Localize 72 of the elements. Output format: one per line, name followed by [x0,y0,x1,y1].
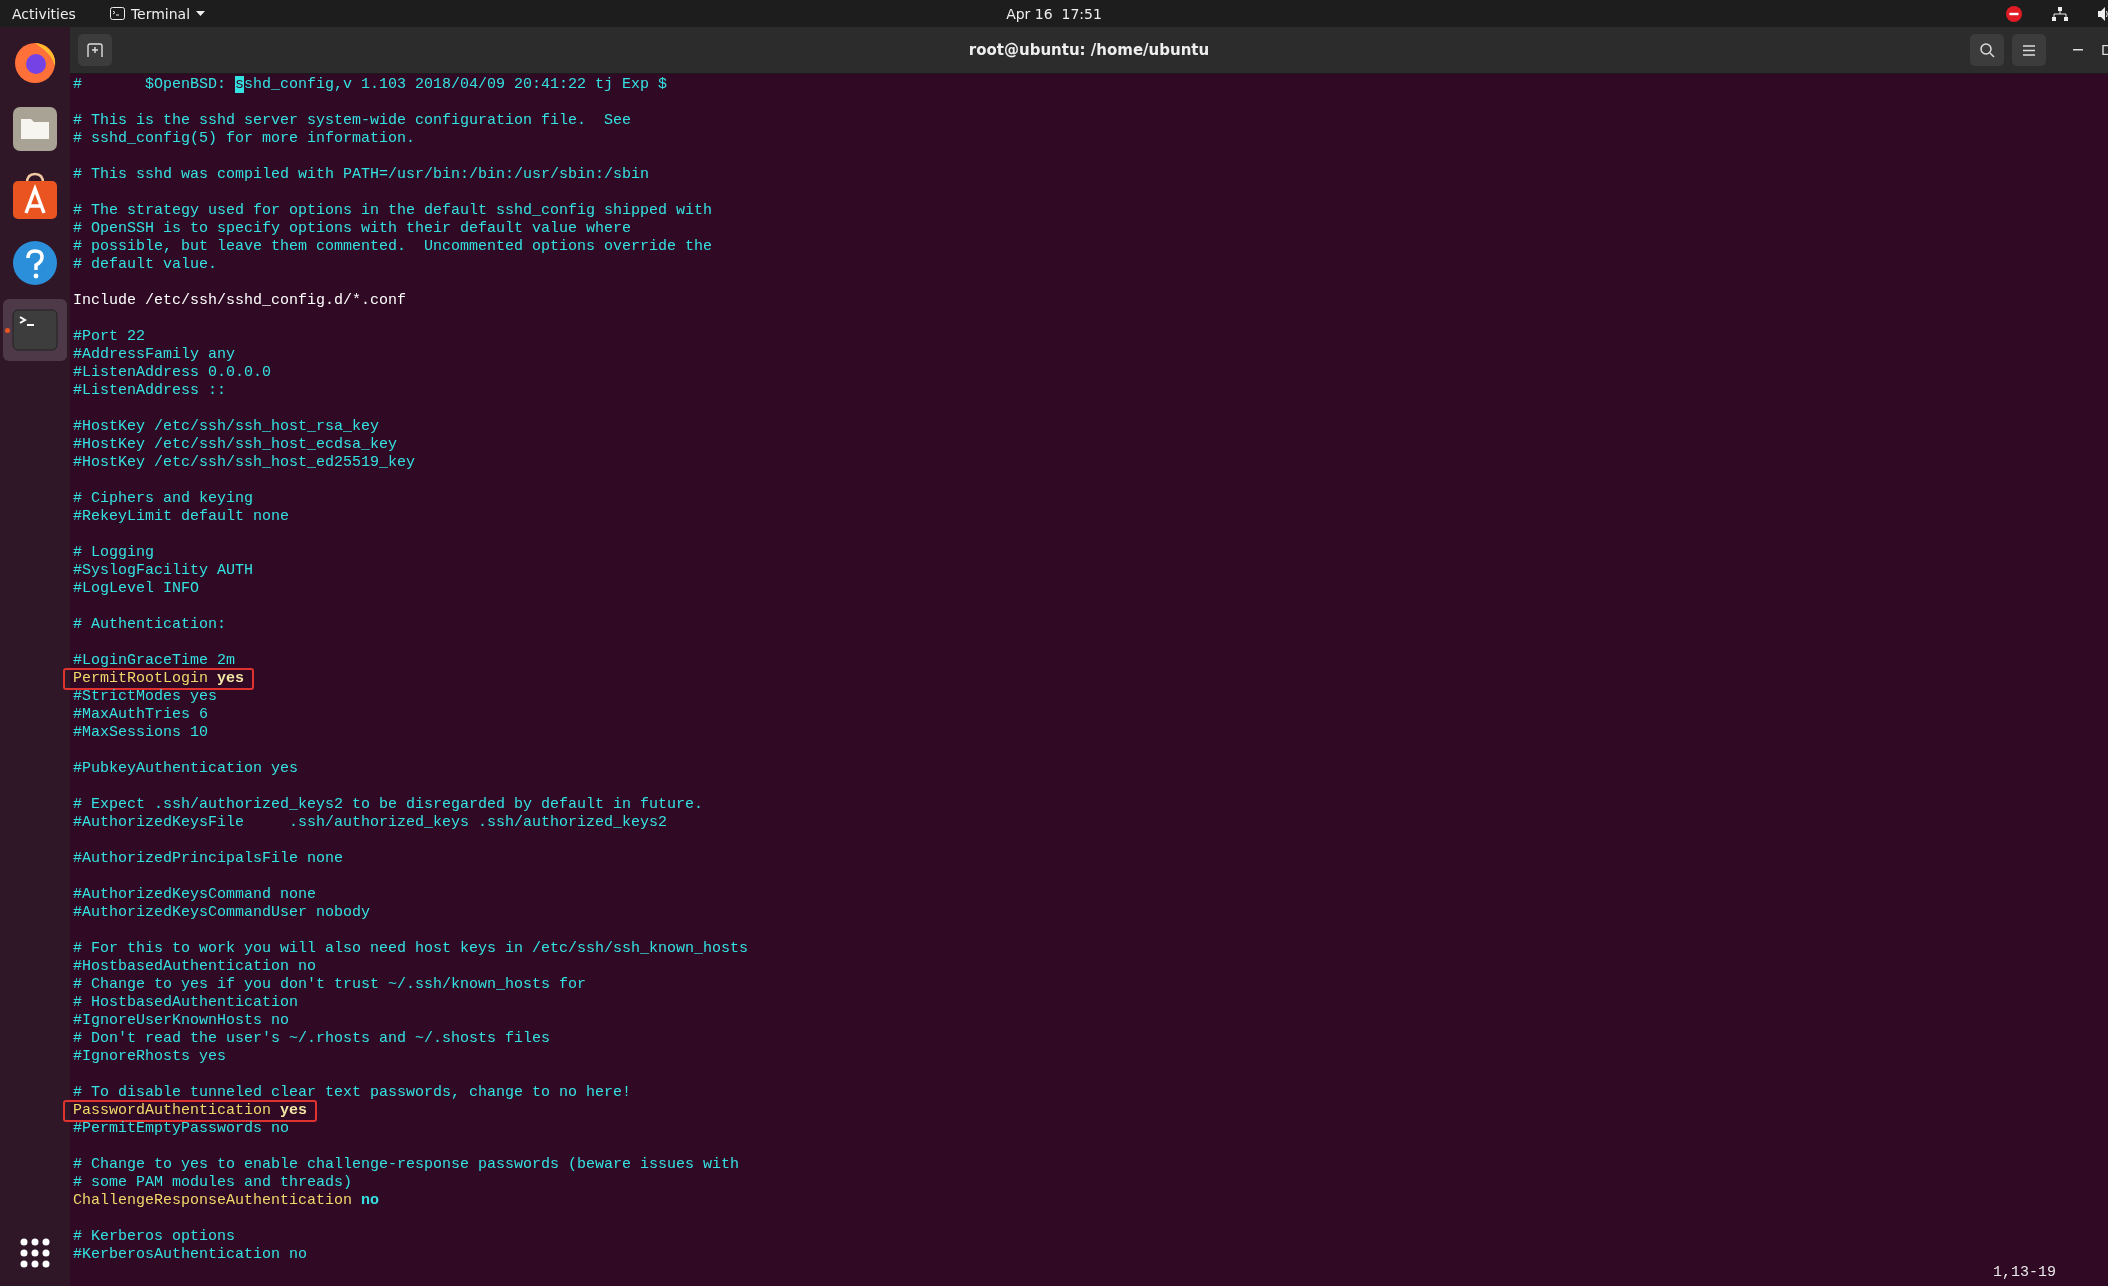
terminal-icon [109,7,125,20]
code-line: #AuthorizedKeysCommand none [73,886,317,904]
code-line: # possible, but leave them commented. Uncommented options override the [73,238,713,256]
code-line: # For this to work you will also need host keys in /etc/ssh/ssh_known_hosts [73,940,749,958]
activities-button[interactable]: Activities [12,5,76,22]
app-menu[interactable]: Terminal [109,5,206,22]
code-line: # Change to yes if you don't trust ~/.ssh/known_hosts for [73,976,587,994]
code-line: # This is the sshd server system-wide configuration file. See [73,112,632,130]
code-line: #RekeyLimit default none [73,508,290,526]
minimize-icon [2073,49,2083,51]
code-line: #LoginGraceTime 2m [73,652,236,670]
code-line: #IgnoreUserKnownHosts no [73,1012,290,1030]
code-line: #AddressFamily any [73,346,236,364]
code-line: ChallengeResponseAuthentication no [73,1192,380,1210]
folder-icon [12,106,58,152]
code-line: #PermitEmptyPasswords no [73,1120,290,1138]
code-line: #IgnoreRhosts yes [73,1048,227,1066]
text-cursor: s [235,76,245,93]
code-line: #KerberosAuthentication no [73,1246,308,1264]
code-line: #PubkeyAuthentication yes [73,760,299,778]
maximize-icon[interactable] [2102,45,2108,55]
search-button[interactable] [1970,34,2004,66]
help-icon [12,240,58,286]
running-indicator [5,328,10,333]
menu-icon [2023,44,2035,56]
cursor-position: 1,13-19 [1993,1264,2056,1282]
code-line: #ListenAddress :: [73,382,227,400]
code-line: #SyslogFacility AUTH [73,562,254,580]
speaker-icon[interactable] [2098,6,2108,21]
shopping-bag-icon [12,171,58,221]
do-not-disturb-icon[interactable] [2006,5,2022,22]
code-line: # Don't read the user's ~/.rhosts and ~/.shosts files [73,1030,551,1048]
search-icon [1979,42,1995,58]
code-line: #HostKey /etc/ssh/ssh_host_rsa_key [73,418,380,436]
app-grid-icon[interactable] [20,1238,50,1268]
code-line: #ListenAddress 0.0.0.0 [73,364,272,382]
app-menu-label: Terminal [130,5,191,22]
code-line: # Logging [73,544,154,562]
window-title: root@ubuntu: /home/ubuntu [968,41,1210,59]
code-line: # Ciphers and keying [73,490,254,508]
code-line: #AuthorizedPrincipalsFile none [73,850,344,868]
code-line: #StrictModes yes [73,688,218,706]
code-line: # default value. [73,256,218,274]
code-line: # The strategy used for options in the default sshd_config shipped with [73,202,713,220]
code-line: #HostbasedAuthentication no [73,958,317,976]
code-line: #HostKey /etc/ssh/ssh_host_ecdsa_key [73,436,398,454]
code-line: # Expect .ssh/authorized_keys2 to be disregarded by default in future. [73,796,704,814]
code-line: # Kerberos options [73,1228,236,1246]
menu-button[interactable] [2012,34,2046,66]
code-line: #MaxAuthTries 6 [73,706,209,724]
code-line: #MaxSessions 10 [73,724,209,742]
caret-icon [196,11,206,16]
code-line: # This sshd was compiled with PATH=/usr/bin:/bin:/usr/sbin:/sbin [73,166,650,184]
code-line: #AuthorizedKeysFile .ssh/authorized_keys .ssh/authorized_keys2 [73,814,668,832]
new-tab-button[interactable] [78,34,112,66]
code-line: # Authentication: [73,616,227,634]
network-icon[interactable] [2052,6,2068,21]
code-line: # sshd_config(5) for more information. [73,130,416,148]
code-line: #HostKey /etc/ssh/ssh_host_ed25519_key [73,454,416,472]
terminal-icon [12,309,58,351]
code-line: # Change to yes to enable challenge-response passwords (beware issues with [73,1156,740,1174]
code-line: #AuthorizedKeysCommandUser nobody [73,904,371,922]
code-line: # $OpenBSD: sshd_config,v 1.103 2018/04/09 20:41:22 tj Exp $ [73,76,668,94]
clock[interactable]: Apr 16 17:51 [1006,5,1102,22]
new-tab-icon [87,43,103,57]
code-line: # some PAM modules and threads) [73,1174,353,1192]
code-line: # OpenSSH is to specify options with their default value where [73,220,632,238]
code-line: #LogLevel INFO [73,580,200,598]
code-line: Include /etc/ssh/sshd_config.d/*.conf [73,292,407,310]
code-line: # HostbasedAuthentication [73,994,299,1012]
code-line: #Port 22 [73,328,145,346]
code-line: # To disable tunneled clear text passwords, change to no here! [73,1084,632,1102]
